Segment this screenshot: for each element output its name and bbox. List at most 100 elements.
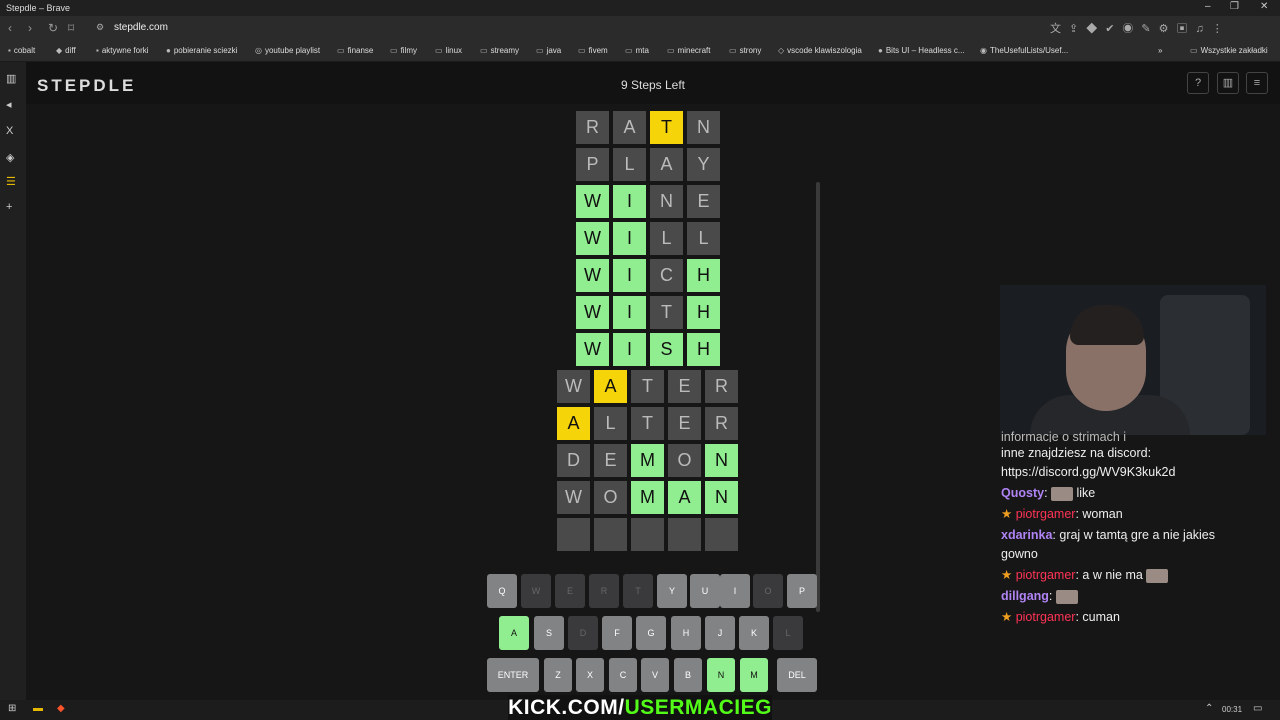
bookmark-folder[interactable]: ▭ finanse	[337, 46, 373, 55]
key-h[interactable]: H	[671, 616, 701, 650]
letter-tile: H	[687, 259, 720, 292]
bookmark-item[interactable]: ▪ aktywne forki	[96, 46, 149, 55]
tray-chevron-icon[interactable]: ⌃	[1205, 703, 1213, 714]
letter-tile: W	[576, 296, 609, 329]
bookmark-item[interactable]: ▪ cobalt	[8, 46, 35, 55]
stats-icon[interactable]: ▥	[1217, 72, 1239, 94]
chat-message: dillgang:	[1001, 587, 1251, 606]
file-explorer-icon[interactable]: ▬	[33, 703, 43, 714]
key-t[interactable]: T	[623, 574, 653, 608]
chat-username: piotrgamer	[1015, 507, 1076, 521]
letter-tile: H	[687, 333, 720, 366]
bookmark-folder[interactable]: ▭ streamy	[480, 46, 519, 55]
bookmark-folder[interactable]: ▭ strony	[729, 46, 761, 55]
speaker-icon[interactable]: ◂	[6, 98, 12, 111]
browser-sidebar: ▥ ◂ X ◈ ☰ +	[0, 62, 26, 700]
reload-icon[interactable]: ↻	[48, 21, 58, 35]
bookmark-icon[interactable]: ⌑	[68, 21, 74, 35]
restore-icon[interactable]: ❐	[1230, 1, 1239, 12]
letter-tile: W	[576, 222, 609, 255]
bookmark-item[interactable]: ● pobieranie sciezki	[166, 46, 237, 55]
extension-icons[interactable]: 文⇪◆✔◉✎⚙▣♫⋮	[1050, 20, 1231, 36]
letter-tile: O	[668, 444, 701, 477]
key-n[interactable]: N	[707, 658, 735, 692]
key-p[interactable]: P	[787, 574, 817, 608]
bookmark-folder[interactable]: ▭ minecraft	[667, 46, 710, 55]
key-q[interactable]: Q	[487, 574, 517, 608]
x-icon[interactable]: X	[6, 125, 13, 137]
letter-tile: D	[557, 444, 590, 477]
browser-toolbar: ‹ › ↻ ⌑ ⚙ stepdle.com 文⇪◆✔◉✎⚙▣♫⋮	[0, 16, 1280, 42]
key-a[interactable]: A	[499, 616, 529, 650]
bookmark-folder[interactable]: ▭ filmy	[390, 46, 417, 55]
star-icon: ★	[1001, 507, 1013, 521]
notifications-icon[interactable]: ▭	[1253, 703, 1262, 714]
notes-icon[interactable]: ☰	[6, 175, 16, 188]
sidebar-panel-icon[interactable]: ▥	[6, 72, 16, 85]
key-k[interactable]: K	[739, 616, 769, 650]
bookmark-folder[interactable]: ▭ linux	[435, 46, 462, 55]
key-e[interactable]: E	[555, 574, 585, 608]
letter-tile: T	[631, 407, 664, 440]
bookmark-folder[interactable]: ▭ fivem	[578, 46, 608, 55]
key-x[interactable]: X	[576, 658, 604, 692]
chat-username: piotrgamer	[1015, 568, 1076, 582]
more-bookmarks-icon[interactable]: »	[1158, 46, 1162, 55]
bookmark-folder[interactable]: ▭ java	[536, 46, 561, 55]
chat-message: xdarinka: graj w tamtą gre a nie jakies …	[1001, 528, 1215, 561]
key-s[interactable]: S	[534, 616, 564, 650]
key-f[interactable]: F	[602, 616, 632, 650]
key-b[interactable]: B	[674, 658, 702, 692]
key-del[interactable]: DEL	[777, 658, 817, 692]
close-icon[interactable]: ✕	[1260, 1, 1268, 12]
add-icon[interactable]: +	[6, 201, 12, 213]
letter-tile: L	[650, 222, 683, 255]
key-y[interactable]: Y	[657, 574, 687, 608]
key-c[interactable]: C	[609, 658, 637, 692]
key-g[interactable]: G	[636, 616, 666, 650]
key-v[interactable]: V	[641, 658, 669, 692]
key-r[interactable]: R	[589, 574, 619, 608]
clock: 00:31	[1222, 705, 1243, 714]
key-d[interactable]: D	[568, 616, 598, 650]
letter-tile: E	[594, 444, 627, 477]
key-m[interactable]: M	[740, 658, 768, 692]
key-u[interactable]: U	[690, 574, 720, 608]
bookmark-folder[interactable]: ▭ mta	[625, 46, 649, 55]
star-icon: ★	[1001, 610, 1013, 624]
key-z[interactable]: Z	[544, 658, 572, 692]
key-i[interactable]: I	[720, 574, 750, 608]
bookmark-item[interactable]: ◎ youtube playlist	[255, 46, 320, 55]
url-text[interactable]: stepdle.com	[114, 22, 168, 33]
star-icon: ★	[1001, 568, 1013, 582]
help-button[interactable]: ?	[1187, 72, 1209, 94]
letter-tile: M	[631, 444, 664, 477]
key-enter[interactable]: ENTER	[487, 658, 539, 692]
back-icon[interactable]: ‹	[8, 21, 12, 35]
chat-message: ★ piotrgamer: woman	[1001, 507, 1123, 521]
all-bookmarks-folder[interactable]: ▭ Wszystkie zakładki	[1190, 46, 1268, 55]
streamer-hair	[1070, 305, 1144, 345]
wallet-icon[interactable]: ◈	[6, 151, 14, 164]
letter-tile: O	[594, 481, 627, 514]
letter-tile: T	[650, 296, 683, 329]
forward-icon[interactable]: ›	[28, 21, 32, 35]
bookmark-item[interactable]: ◇ vscode klawiszologia	[778, 46, 862, 55]
empty-tile	[594, 518, 627, 551]
key-j[interactable]: J	[705, 616, 735, 650]
site-info-icon[interactable]: ⚙	[96, 22, 104, 33]
key-w[interactable]: W	[521, 574, 551, 608]
bookmark-item[interactable]: ◉ TheUsefulLists/Usef...	[980, 46, 1068, 55]
key-l[interactable]: L	[773, 616, 803, 650]
address-bar[interactable]: ⚙ stepdle.com	[88, 19, 1128, 39]
bookmark-item[interactable]: ◆ diff	[56, 46, 76, 55]
bookmark-item[interactable]: ● Bits UI – Headless c...	[878, 46, 965, 55]
letter-tile: T	[631, 370, 664, 403]
chat-message: ★ piotrgamer: cuman	[1001, 610, 1120, 624]
brave-taskbar-icon[interactable]: ◆	[57, 703, 65, 714]
minimize-icon[interactable]: –	[1205, 1, 1211, 12]
scrollbar[interactable]	[816, 182, 820, 612]
windows-start-icon[interactable]: ⊞	[8, 703, 16, 714]
key-o[interactable]: O	[753, 574, 783, 608]
menu-icon[interactable]: ≡	[1246, 72, 1268, 94]
